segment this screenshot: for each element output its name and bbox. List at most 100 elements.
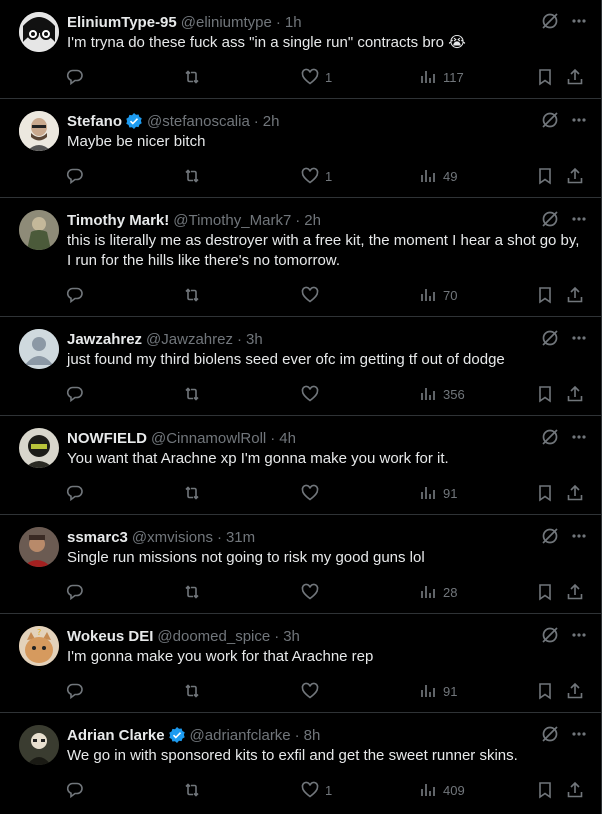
user-handle[interactable]: @doomed_spice [157,628,270,645]
avatar[interactable] [19,725,59,765]
timestamp[interactable]: 1h [285,14,302,31]
bookmark-button[interactable] [536,286,554,304]
avatar[interactable]: ? [19,626,59,666]
views-button[interactable]: 356 [419,385,465,403]
avatar[interactable] [19,111,59,151]
user-handle[interactable]: @Jawzahrez [146,331,233,348]
timestamp[interactable]: 2h [263,113,280,130]
grok-icon[interactable] [541,428,559,446]
grok-icon[interactable] [541,329,559,347]
reply-button[interactable] [66,682,84,700]
user-handle[interactable]: @CinnamowlRoll [151,430,266,447]
reply-button[interactable] [66,286,84,304]
reply-button[interactable] [66,781,84,799]
more-icon[interactable] [571,12,587,30]
tweet[interactable]: Jawzahrez @Jawzahrez · 3h just found my … [0,317,601,416]
like-button[interactable]: 1 [301,68,332,86]
repost-button[interactable] [183,583,201,601]
tweet[interactable]: Timothy Mark! @Timothy_Mark7 · 2h this i… [0,198,601,317]
reply-button[interactable] [66,385,84,403]
timestamp[interactable]: 4h [279,430,296,447]
repost-button[interactable] [183,682,201,700]
views-button[interactable]: 70 [419,286,457,304]
bookmark-button[interactable] [536,484,554,502]
more-icon[interactable] [571,210,587,228]
bookmark-button[interactable] [536,385,554,403]
bookmark-button[interactable] [536,68,554,86]
repost-button[interactable] [183,68,201,86]
user-handle[interactable]: @adrianfclarke [190,727,291,744]
reply-button[interactable] [66,68,84,86]
like-button[interactable] [301,484,325,502]
more-icon[interactable] [571,725,587,743]
timestamp[interactable]: 31m [226,529,255,546]
avatar[interactable] [19,329,59,369]
reply-button[interactable] [66,167,84,185]
timestamp[interactable]: 3h [283,628,300,645]
display-name[interactable]: Adrian Clarke [67,727,165,744]
grok-icon[interactable] [541,210,559,228]
views-button[interactable]: 28 [419,583,457,601]
timestamp[interactable]: 3h [246,331,263,348]
repost-button[interactable] [183,286,201,304]
share-button[interactable] [566,781,584,799]
like-button[interactable] [301,583,325,601]
display-name[interactable]: Wokeus DEI [67,628,153,645]
grok-icon[interactable] [541,626,559,644]
bookmark-button[interactable] [536,781,554,799]
grok-icon[interactable] [541,527,559,545]
like-button[interactable] [301,385,325,403]
views-button[interactable]: 91 [419,484,457,502]
display-name[interactable]: Stefano [67,113,122,130]
tweet[interactable]: ssmarc3 @xmvisions · 31m Single run miss… [0,515,601,614]
views-button[interactable]: 117 [419,68,464,86]
views-button[interactable]: 409 [419,781,465,799]
like-button[interactable]: 1 [301,781,332,799]
share-button[interactable] [566,385,584,403]
more-icon[interactable] [571,428,587,446]
tweet[interactable]: EliniumType-95 @eliniumtype · 1h I'm try… [0,0,601,99]
share-button[interactable] [566,484,584,502]
share-button[interactable] [566,682,584,700]
more-icon[interactable] [571,329,587,347]
display-name[interactable]: ssmarc3 [67,529,128,546]
reply-button[interactable] [66,484,84,502]
display-name[interactable]: Timothy Mark! [67,212,169,229]
display-name[interactable]: Jawzahrez [67,331,142,348]
tweet[interactable]: ? Wokeus DEI @doomed_spice · 3h I'm gonn… [0,614,601,713]
views-button[interactable]: 91 [419,682,457,700]
share-button[interactable] [566,68,584,86]
avatar[interactable] [19,12,59,52]
share-button[interactable] [566,167,584,185]
grok-icon[interactable] [541,725,559,743]
avatar[interactable] [19,527,59,567]
like-button[interactable]: 1 [301,167,332,185]
views-button[interactable]: 49 [419,167,457,185]
repost-button[interactable] [183,167,201,185]
share-button[interactable] [566,286,584,304]
tweet[interactable]: Adrian Clarke @adrianfclarke · 8h We go … [0,713,601,814]
avatar[interactable] [19,428,59,468]
grok-icon[interactable] [541,111,559,129]
avatar[interactable] [19,210,59,250]
more-icon[interactable] [571,626,587,644]
more-icon[interactable] [571,111,587,129]
like-button[interactable] [301,286,325,304]
more-icon[interactable] [571,527,587,545]
bookmark-button[interactable] [536,583,554,601]
display-name[interactable]: NOWFIELD [67,430,147,447]
tweet[interactable]: NOWFIELD @CinnamowlRoll · 4h You want th… [0,416,601,515]
user-handle[interactable]: @xmvisions [132,529,213,546]
repost-button[interactable] [183,484,201,502]
display-name[interactable]: EliniumType-95 [67,14,177,31]
bookmark-button[interactable] [536,167,554,185]
repost-button[interactable] [183,385,201,403]
timestamp[interactable]: 2h [304,212,321,229]
user-handle[interactable]: @Timothy_Mark7 [173,212,291,229]
repost-button[interactable] [183,781,201,799]
user-handle[interactable]: @eliniumtype [181,14,272,31]
tweet[interactable]: Stefano @stefanoscalia · 2h Maybe be nic… [0,99,601,198]
share-button[interactable] [566,583,584,601]
like-button[interactable] [301,682,325,700]
grok-icon[interactable] [541,12,559,30]
